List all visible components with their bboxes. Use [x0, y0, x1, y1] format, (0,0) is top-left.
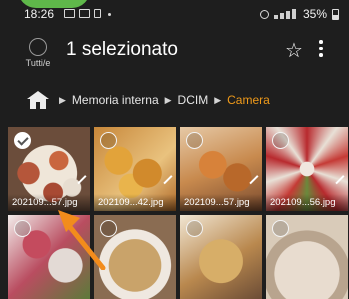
photo-filename: 202109...57.jpg — [180, 194, 262, 211]
chevron-right-icon: ▶ — [164, 94, 172, 105]
status-bar: 18:26 35% — [0, 0, 349, 30]
expand-icon[interactable] — [249, 175, 258, 184]
photo-thumbnail[interactable] — [94, 215, 176, 299]
home-folder-icon[interactable] — [27, 91, 49, 109]
star-icon[interactable]: ☆ — [285, 38, 303, 63]
more-vert-icon[interactable] — [318, 40, 324, 60]
selection-count-title: 1 selezionato — [66, 39, 178, 60]
selection-header: Tutti/e 1 selezionato ☆ — [0, 30, 349, 80]
expand-icon[interactable] — [335, 175, 344, 184]
select-circle-icon[interactable] — [272, 132, 289, 149]
photo-thumbnail[interactable]: 202109...57.jpg — [8, 127, 90, 211]
select-all-circle-icon[interactable] — [29, 38, 47, 56]
photo-thumbnail[interactable] — [8, 215, 90, 299]
select-all-toggle[interactable]: Tutti/e — [18, 38, 58, 68]
more-notifications-dot-icon — [108, 13, 111, 16]
gallery-notification-icon — [79, 9, 90, 18]
lock-notification-icon — [94, 9, 101, 18]
expand-icon[interactable] — [163, 175, 172, 184]
photo-thumbnail[interactable] — [266, 215, 348, 299]
gallery-notification-icon — [64, 9, 75, 18]
status-time: 18:26 — [24, 7, 55, 21]
alarm-icon — [259, 9, 269, 19]
status-right: 35% — [259, 7, 339, 21]
photo-thumbnail[interactable] — [180, 215, 262, 299]
select-circle-icon[interactable] — [14, 220, 31, 237]
battery-icon — [332, 8, 339, 20]
select-circle-icon[interactable] — [186, 132, 203, 149]
notification-icons — [64, 9, 111, 18]
chevron-right-icon: ▶ — [59, 94, 66, 105]
photo-thumbnail[interactable]: 202109...57.jpg — [180, 127, 262, 211]
photo-thumbnail[interactable]: 202109...56.jpg — [266, 127, 348, 211]
breadcrumb-item-dcim[interactable]: DCIM — [178, 93, 209, 107]
photo-filename: 202109...56.jpg — [266, 194, 348, 211]
chevron-right-icon: ▶ — [214, 94, 222, 105]
breadcrumb: ▶ Memoria interna ▶ DCIM ▶ Camera — [0, 82, 349, 118]
select-circle-icon[interactable] — [100, 220, 117, 237]
photo-thumbnail[interactable]: 202109...42.jpg — [94, 127, 176, 211]
select-circle-icon[interactable] — [186, 220, 203, 237]
select-circle-icon[interactable] — [272, 220, 289, 237]
select-circle-icon[interactable] — [100, 132, 117, 149]
signal-icon — [273, 9, 298, 19]
breadcrumb-item-memoria-interna[interactable]: Memoria interna — [72, 93, 159, 107]
breadcrumb-item-camera[interactable]: Camera — [227, 93, 270, 107]
battery-percent: 35% — [302, 7, 327, 21]
check-icon[interactable] — [14, 132, 31, 149]
expand-icon[interactable] — [77, 175, 86, 184]
photo-filename: 202109...42.jpg — [94, 194, 176, 211]
photo-filename: 202109...57.jpg — [8, 194, 90, 211]
select-all-label: Tutti/e — [25, 58, 51, 68]
